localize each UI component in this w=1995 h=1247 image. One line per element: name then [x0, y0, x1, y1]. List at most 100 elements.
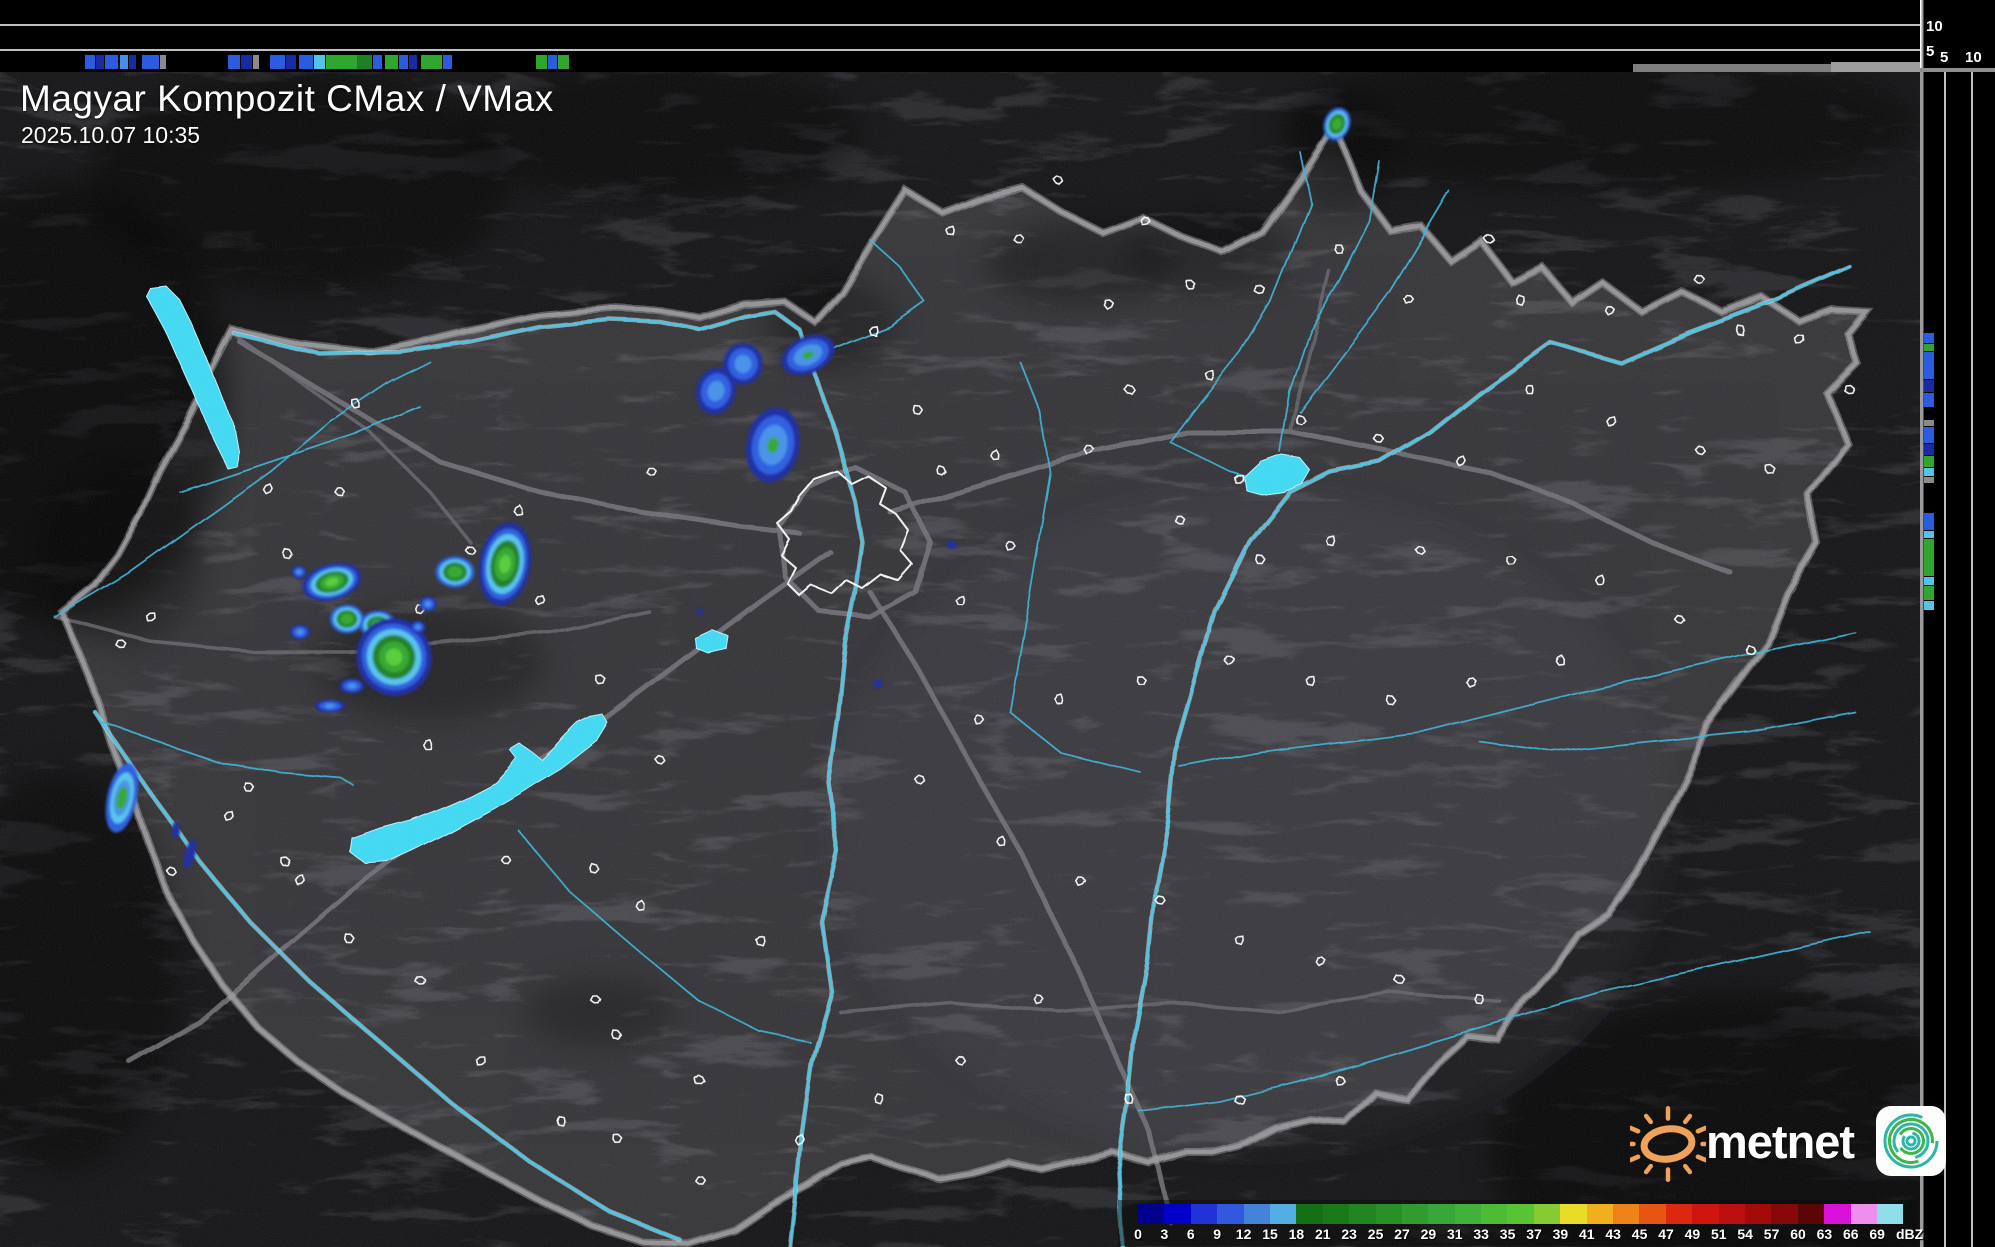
- timestamp: 2025.10.07 10:35: [21, 122, 201, 148]
- top-profile-echo-mark: [558, 55, 569, 69]
- colorbar-tick: 6: [1186, 1226, 1195, 1242]
- top-profile-echo-mark: [228, 55, 240, 69]
- terrain-grain: [0, 72, 1920, 1247]
- colorbar-tick: 3: [1160, 1226, 1169, 1242]
- colorbar-segment: [1454, 1204, 1482, 1224]
- side-profile-echo-mark: [1924, 444, 1934, 455]
- side-profile-echo-mark: [1924, 477, 1934, 483]
- side-profile-echo-mark: [1924, 427, 1934, 443]
- sun-icon: [1617, 1106, 1719, 1182]
- top-profile-echo-mark: [96, 55, 104, 69]
- side-profile-echo-mark: [1924, 352, 1934, 379]
- radar-map-area: Magyar Kompozit CMax / VMax 2025.10.07 1…: [0, 72, 1946, 1247]
- dbz-colorbar: 0 3 6 9 12 15 18 21 23 25 27 29 31 33 35 37 39 41 43 45 47 49…: [1118, 1200, 1923, 1246]
- top-profile-echo-mark: [129, 55, 136, 69]
- colorbar-segment: [1401, 1204, 1429, 1224]
- radar-app-screen: 10 5 5 1 0 Magyar Kompozit CMax / VMax 20…: [0, 0, 1995, 1247]
- colorbar-tick: 69: [1869, 1226, 1885, 1242]
- hungary-radar-map: [0, 72, 1920, 1247]
- colorbar-unit: dBZ: [1895, 1226, 1924, 1242]
- colorbar-segment: [1692, 1204, 1719, 1224]
- top-profile-echo-mark: [399, 55, 408, 69]
- logo-wordmark: metnet: [1706, 1115, 1855, 1168]
- colorbar-segment: [1665, 1204, 1693, 1224]
- top-profile-plot: [0, 24, 1920, 72]
- side-profile-echo-mark: [1924, 393, 1934, 407]
- top-profile-echo-mark: [548, 55, 557, 69]
- colorbar-tick: 51: [1711, 1226, 1727, 1242]
- colorbar-tick: 23: [1341, 1226, 1357, 1242]
- side-profile-echo-mark: [1924, 344, 1934, 351]
- top-profile-echo-mark: [326, 55, 357, 69]
- side-profile-echo-mark: [1924, 577, 1934, 585]
- colorbar-tick: 47: [1658, 1226, 1674, 1242]
- side-profile-plot: 10 5 5 10: [1920, 0, 1995, 1247]
- colorbar-segment: [1269, 1204, 1297, 1224]
- top-profile-echo-mark: [105, 55, 118, 69]
- colorbar-segment: [1481, 1204, 1508, 1224]
- colorbar-segment: [1613, 1204, 1640, 1224]
- colorbar-segment: [1639, 1204, 1666, 1224]
- top-profile-echo-mark: [286, 55, 296, 69]
- colorbar-segment: [1349, 1204, 1376, 1224]
- side-height-profile-panel: 10 5 5 10: [1920, 0, 1995, 1247]
- colorbar-segment: [1586, 1204, 1614, 1224]
- side-profile-echo-mark: [1924, 601, 1934, 610]
- side-profile-echo-mark: [1924, 420, 1934, 426]
- side-profile-echo-mark: [1924, 468, 1934, 476]
- spiral-icon: [1883, 1113, 1939, 1169]
- colorbar-segment: [1797, 1204, 1825, 1224]
- colorbar-tick: 15: [1262, 1226, 1278, 1242]
- colorbar-tick: 9: [1213, 1226, 1222, 1242]
- top-profile-echo-mark: [385, 55, 398, 69]
- colorbar-segment: [1718, 1204, 1745, 1224]
- metnet-app-icon: [1876, 1106, 1946, 1176]
- colorbar-segment: [1322, 1204, 1350, 1224]
- top-profile-echo-mark: [536, 55, 547, 69]
- colorbar-tick-labels: 0 3 6 9 12 15 18 21 23 25 27 29 31 33 35 37 39 41 43 45 47 49…: [1134, 1226, 1923, 1244]
- colorbar-segment: [1138, 1204, 1165, 1224]
- side-axis-label-5: 5: [1940, 49, 1948, 66]
- colorbar-segment: [1507, 1204, 1534, 1224]
- colorbar-tick: 66: [1843, 1226, 1859, 1242]
- top-profile-echo-mark: [241, 55, 252, 69]
- side-profile-echo-mark: [1924, 333, 1934, 343]
- top-profile-echo-mark: [421, 55, 442, 69]
- colorbar-segment: [1876, 1204, 1904, 1224]
- colorbar-segment: [1164, 1204, 1191, 1224]
- top-height-profile-panel: [0, 0, 1920, 72]
- colorbar-tick: 18: [1288, 1226, 1305, 1242]
- colorbar-tick: 63: [1816, 1226, 1833, 1242]
- colorbar-tick: 39: [1552, 1226, 1569, 1242]
- colorbar-segment: [1428, 1204, 1455, 1224]
- top-profile-echo-mark: [142, 55, 159, 69]
- side-axis-label-10: 10: [1965, 49, 1982, 66]
- top-profile-echo-mark: [299, 55, 313, 69]
- colorbar-tick: 27: [1394, 1226, 1410, 1242]
- colorbar-segment: [1217, 1204, 1244, 1224]
- colorbar-segment: [1243, 1204, 1270, 1224]
- top-profile-echo-mark: [373, 55, 382, 69]
- page-title: Magyar Kompozit CMax / VMax: [20, 78, 554, 119]
- colorbar-tick: 41: [1579, 1226, 1595, 1242]
- colorbar-tick: 60: [1790, 1226, 1806, 1242]
- colorbar-segment: [1296, 1204, 1323, 1224]
- top-profile-echo-mark: [160, 55, 166, 69]
- colorbar-tick: 35: [1499, 1226, 1516, 1242]
- colorbar-segment: [1744, 1204, 1772, 1224]
- colorbar-tick: 31: [1447, 1226, 1463, 1242]
- colorbar-tick: 25: [1367, 1226, 1384, 1242]
- top-axis-label-5: 5: [1926, 43, 1934, 60]
- colorbar-segment: [1375, 1204, 1402, 1224]
- colorbar-tick: 54: [1737, 1226, 1753, 1242]
- colorbar-segment: [1560, 1204, 1587, 1224]
- side-profile-echo-mark: [1924, 380, 1934, 392]
- colorbar-tick: 45: [1631, 1226, 1648, 1242]
- colorbar-tick: 49: [1684, 1226, 1701, 1242]
- colorbar-tick: 0: [1134, 1226, 1142, 1242]
- top-profile-echo-mark: [85, 55, 95, 69]
- top-profile-echo-mark: [357, 55, 372, 69]
- top-profile-echo-mark: [270, 55, 285, 69]
- colorbar-segments: [1138, 1204, 1904, 1224]
- top-profile-echo-mark: [443, 55, 452, 69]
